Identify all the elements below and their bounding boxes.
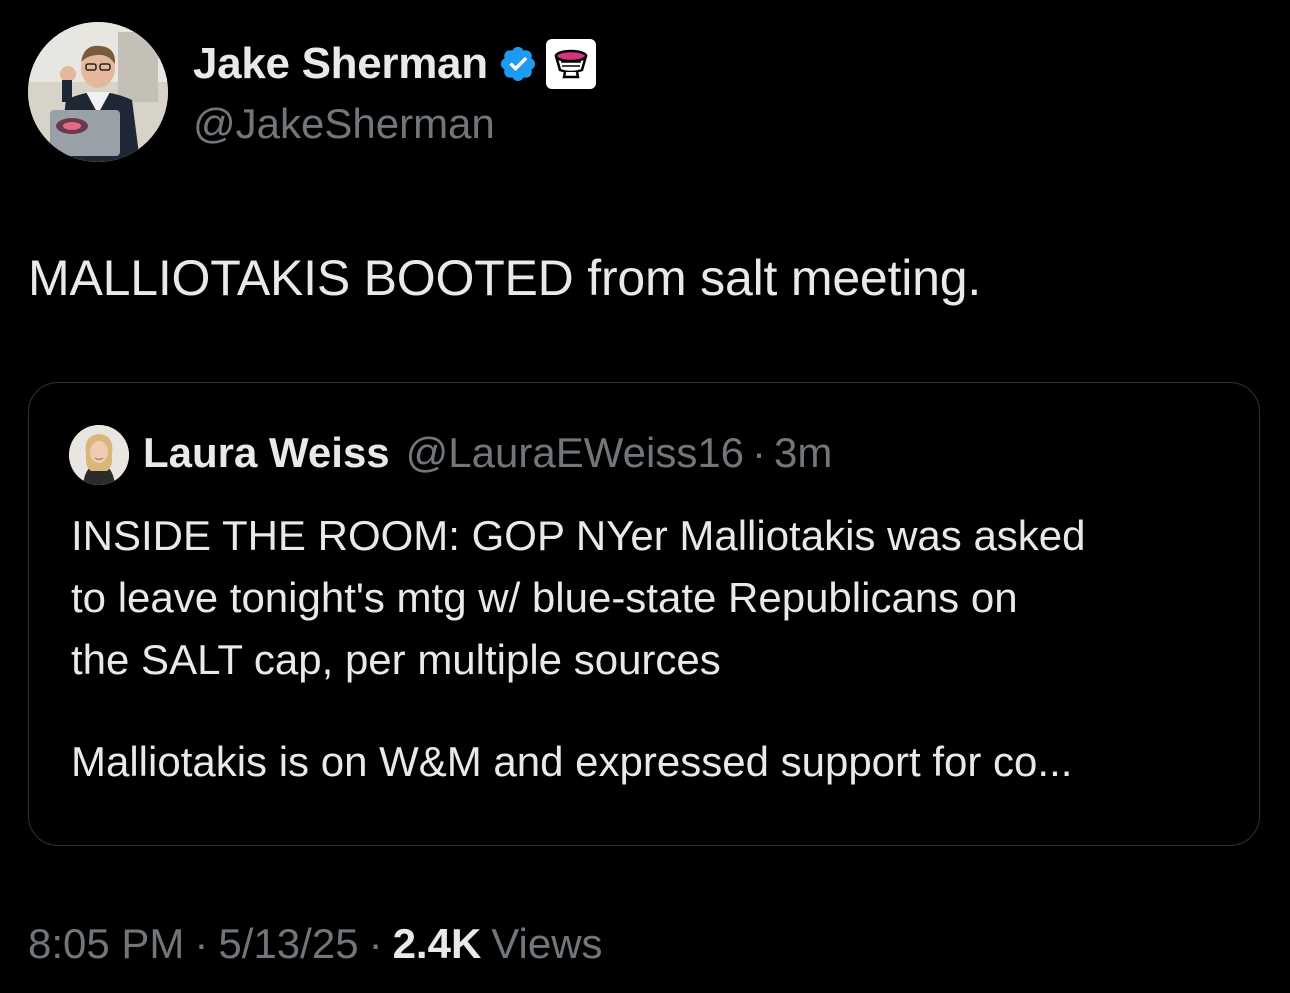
tweet: Jake Sherman @JakeSherman MALLIOTAKIS BO… <box>0 0 1290 993</box>
tweet-date[interactable]: 5/13/25 <box>218 920 358 968</box>
punchbowl-affiliate-icon[interactable] <box>545 39 596 89</box>
quoted-body-line: to leave tonight's mtg w/ blue-state Rep… <box>71 574 1018 621</box>
quoted-body-line: the SALT cap, per multiple sources <box>71 636 721 683</box>
quoted-author-avatar-image <box>69 425 129 485</box>
verified-badge-icon[interactable] <box>498 44 538 84</box>
meta-separator: · <box>368 920 383 967</box>
tweet-time[interactable]: 8:05 PM <box>28 920 184 968</box>
quoted-body-second-paragraph: Malliotakis is on W&M and expressed supp… <box>71 738 1073 785</box>
quoted-author-handle[interactable]: @LauraEWeiss16 <box>406 429 744 477</box>
quoted-tweet-header: Laura Weiss @LauraEWeiss16 · 3m <box>143 429 832 481</box>
views-count[interactable]: 2.4K <box>393 920 482 968</box>
views-label[interactable]: Views <box>491 920 602 968</box>
meta-separator: · <box>194 920 209 967</box>
quoted-tweet-body: INSIDE THE ROOM: GOP NYer Malliotakis wa… <box>71 505 1231 793</box>
tweet-text: MALLIOTAKIS BOOTED from salt meeting. <box>28 250 982 306</box>
tweet-meta: 8:05 PM · 5/13/25 · 2.4K Views <box>28 920 603 968</box>
quoted-tweet-time[interactable]: 3m <box>774 429 832 477</box>
author-name-row: Jake Sherman <box>193 38 596 90</box>
author-display-name[interactable]: Jake Sherman <box>193 39 488 89</box>
author-avatar-image <box>28 22 168 162</box>
author-handle[interactable]: @JakeSherman <box>193 100 495 148</box>
quoted-separator: · <box>752 429 767 476</box>
quoted-author-avatar[interactable] <box>69 425 129 485</box>
quoted-author-display-name[interactable]: Laura Weiss <box>143 429 390 477</box>
author-avatar[interactable] <box>28 22 168 162</box>
quoted-body-line: INSIDE THE ROOM: GOP NYer Malliotakis wa… <box>71 512 1086 559</box>
quoted-tweet-card[interactable]: Laura Weiss @LauraEWeiss16 · 3m INSIDE T… <box>28 382 1260 846</box>
